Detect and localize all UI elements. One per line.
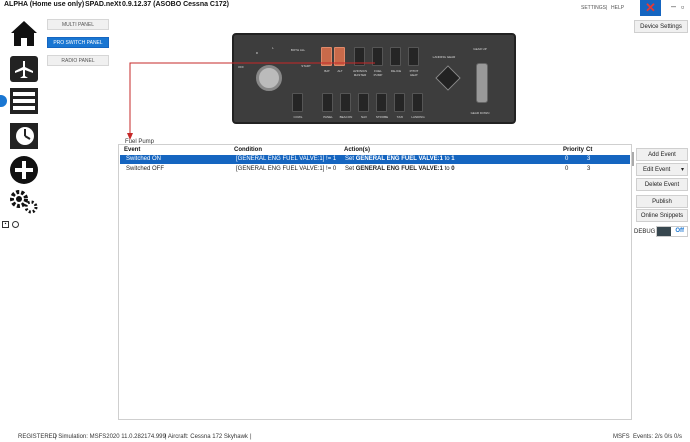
close-button[interactable]: ✕ [640, 0, 661, 16]
status-simulation: | Simulation: MSFS2020 11.0.282174.999 [55, 434, 166, 440]
landing-gear-label: LANDING GEAR [432, 55, 456, 59]
debug-label: DEBUG [634, 229, 656, 235]
label-taxi: TAXI [396, 115, 404, 119]
cell-action: Set GENERAL ENG FUEL VALVE:1 to 0 [345, 165, 455, 174]
switch-pitot[interactable] [408, 47, 419, 66]
delete-event-button[interactable]: Delete Event [636, 178, 688, 191]
debug-state: Off [675, 228, 684, 234]
action-prefix: Set [345, 156, 355, 162]
instrument-icon[interactable] [9, 122, 39, 155]
edit-event-label: Edit Event [643, 167, 671, 173]
tab-radio-panel[interactable]: RADIO PANEL [47, 55, 109, 66]
settings-gear-icon[interactable] [9, 189, 39, 220]
maximize-button[interactable]: ▫ [681, 2, 684, 12]
publish-button[interactable]: Publish [636, 195, 688, 208]
status-registered: REGISTERED [18, 434, 58, 440]
tab-multi-panel[interactable]: MULTI PANEL [47, 19, 109, 30]
snapshot-icon[interactable] [12, 221, 19, 228]
magneto-label-l: L [272, 46, 274, 50]
cell-condition: [GENERAL ENG FUEL VALVE:1] != 1 [236, 156, 337, 162]
table-scrollbar[interactable] [632, 152, 634, 166]
gear-indicator [435, 65, 461, 91]
gear-up-label: GEAR UP [473, 47, 487, 51]
header-actions: Action(s) [344, 147, 370, 153]
cell-event: Switched ON [126, 156, 162, 162]
status-events: Events: 2/s 0/s 0/s [633, 434, 683, 440]
switch-deice[interactable] [390, 47, 401, 66]
cell-priority: 0 [565, 156, 569, 162]
label-pitot: PITOT HEAT [409, 69, 419, 77]
label-landing: LANDING [411, 115, 425, 119]
settings-link[interactable]: SETTINGS [581, 5, 606, 11]
app-name: SPAD.neXt [85, 1, 122, 8]
app-title: ALPHA (Home use only) [4, 1, 85, 8]
switch-taxi[interactable] [394, 93, 405, 112]
header-condition: Condition [234, 147, 262, 153]
help-link[interactable]: HELP [611, 5, 624, 11]
debug-toggle-knob [657, 227, 671, 236]
action-value: 0 [451, 166, 455, 172]
cell-ct: 3 [587, 156, 591, 162]
action-target: GENERAL ENG FUEL VALVE:1 [355, 166, 443, 172]
header-ct: Ct [586, 147, 593, 153]
status-aircraft: | Aircraft: Cessna 172 Skyhawk [165, 434, 248, 440]
header-priority: Priority [563, 147, 585, 153]
save-icon[interactable]: ▪ [2, 221, 9, 228]
chevron-down-icon: ▾ [680, 167, 684, 173]
link-separator: | [606, 5, 608, 11]
status-separator: | [250, 434, 252, 440]
magneto-label-both: BOTH ALL [290, 48, 306, 52]
cell-action: Set GENERAL ENG FUEL VALVE:1 to 1 [345, 155, 455, 164]
switch-landing[interactable] [412, 93, 423, 112]
label-deice: DE-ICE [390, 69, 402, 73]
cell-priority: 0 [565, 166, 569, 172]
add-device-icon[interactable] [9, 155, 39, 190]
action-mid: to [444, 166, 450, 172]
gear-down-label: GEAR DOWN [470, 111, 490, 115]
action-mid: to [444, 156, 450, 162]
annotation-arrow [127, 62, 375, 140]
action-target: GENERAL ENG FUEL VALVE:1 [355, 156, 443, 162]
add-event-button[interactable]: Add Event [636, 148, 688, 161]
events-table [118, 144, 632, 420]
gear-lever[interactable] [476, 63, 488, 103]
header-event: Event [124, 147, 141, 153]
device-settings-button[interactable]: Device Settings [634, 20, 688, 33]
cell-event: Switched OFF [126, 166, 165, 172]
cell-ct: 3 [587, 166, 591, 172]
cell-condition: [GENERAL ENG FUEL VALVE:1] != 0 [236, 166, 337, 172]
debug-toggle[interactable]: Off [656, 226, 688, 237]
active-nav-indicator [0, 95, 7, 107]
online-snippets-button[interactable]: Online Snippets [636, 209, 688, 222]
tab-pro-switch-panel[interactable]: PRO SWITCH PANEL [47, 37, 109, 48]
app-version: 0.9.12.37 (ASOBO Cessna C172) [122, 1, 229, 8]
table-row[interactable]: Switched OFF [GENERAL ENG FUEL VALVE:1] … [120, 165, 630, 174]
status-sim-short: MSFS [613, 434, 630, 440]
switch-panel-icon[interactable] [9, 87, 39, 120]
table-row[interactable]: Switched ON [GENERAL ENG FUEL VALVE:1] !… [120, 155, 630, 164]
close-icon: ✕ [645, 0, 656, 15]
action-value: 1 [451, 156, 455, 162]
action-prefix: Set [345, 166, 355, 172]
edit-event-button[interactable]: Edit Event ▾ [636, 163, 688, 176]
home-icon[interactable] [9, 19, 39, 52]
minimize-button[interactable]: ‒ [671, 1, 676, 11]
aircraft-panel-icon[interactable] [9, 55, 39, 88]
